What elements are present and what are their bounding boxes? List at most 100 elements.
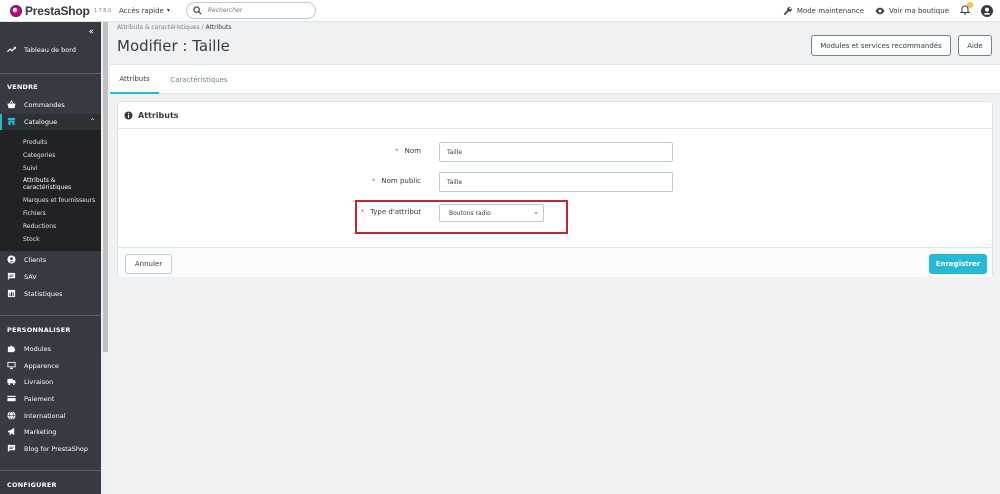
- submenu-item-discounts[interactable]: Reductions: [23, 223, 56, 230]
- submenu-item-products[interactable]: Produits: [23, 139, 47, 146]
- quick-access-label: Accès rapide: [119, 6, 164, 15]
- submenu-item-brands[interactable]: Marques et fournisseurs: [23, 197, 95, 204]
- sidebar-item-customers[interactable]: Clients: [0, 255, 101, 264]
- submenu-item-categories[interactable]: Categories: [23, 152, 55, 159]
- attributes-panel: Attributs *Nom *Nom public *Type d'attri…: [117, 101, 993, 277]
- panel-header: Attributs: [118, 102, 992, 129]
- maintenance-label: Mode maintenance: [796, 7, 865, 15]
- prestashop-logo-icon: [10, 4, 22, 17]
- logo-text: PrestaShop: [25, 3, 90, 18]
- sidebar-item-label: Statistiques: [24, 289, 63, 298]
- sidebar-item-label: Apparence: [24, 361, 59, 370]
- tab-features[interactable]: Caractéristiques: [163, 65, 235, 94]
- sidebar-divider: [0, 73, 101, 74]
- name-label: * Nom: [298, 147, 421, 155]
- top-header: PrestaShop 1.7.8.0 Accès rapide ▾ Mode m…: [0, 0, 1000, 22]
- tabs-bar: Attributs Caractéristiques: [110, 64, 1000, 94]
- submenu-item-stock[interactable]: Stock: [23, 236, 40, 243]
- search-icon: [193, 6, 202, 15]
- public-name-label: * Nom public: [298, 177, 421, 185]
- sidebar-item-label: International: [24, 411, 66, 420]
- sidebar-item-label: Commandes: [24, 100, 65, 109]
- sidebar-item-label: Clients: [24, 255, 47, 264]
- bar-chart-icon: [7, 289, 16, 298]
- sidebar-item-label: Tableau de bord: [24, 45, 76, 54]
- page-title: Modifier : Taille: [117, 37, 230, 55]
- megaphone-icon: [7, 427, 15, 436]
- sidebar-scrollbar[interactable]: [101, 22, 110, 494]
- sidebar-nav: « Tableau de bord VENDRE Commandes Catal…: [0, 22, 101, 494]
- sidebar-section-sell: VENDRE: [7, 83, 38, 91]
- shopping-basket-icon: [7, 100, 16, 109]
- chat-icon: [7, 272, 16, 281]
- sidebar-item-shipping[interactable]: Livraison: [0, 377, 101, 386]
- panel-title: Attributs: [138, 110, 179, 120]
- info-icon: [124, 110, 133, 120]
- sidebar-item-orders[interactable]: Commandes: [0, 100, 101, 109]
- notifications-button[interactable]: 1: [959, 2, 973, 17]
- sidebar-item-dashboard[interactable]: Tableau de bord: [0, 45, 101, 54]
- name-label-text: Nom: [404, 147, 421, 155]
- tab-attributes[interactable]: Attributs: [110, 65, 159, 94]
- sidebar-item-label: Blog for PrestaShop: [24, 444, 89, 453]
- collapse-sidebar-icon[interactable]: «: [88, 27, 94, 37]
- search-box[interactable]: [185, 2, 316, 19]
- desktop-icon: [7, 361, 16, 370]
- public-name-field[interactable]: [439, 172, 673, 192]
- public-name-label-text: Nom public: [381, 177, 421, 185]
- sidebar-item-label: SAV: [24, 272, 37, 281]
- store-icon: [7, 117, 16, 126]
- breadcrumb-parent-link[interactable]: Attributs & caractéristiques: [117, 24, 200, 31]
- trending-up-icon: [7, 46, 16, 53]
- sidebar-item-blog[interactable]: Blog for PrestaShop: [0, 444, 101, 453]
- panel-footer: Annuler Enregistrer: [118, 247, 992, 277]
- sidebar-item-label: Livraison: [24, 377, 54, 386]
- view-shop-label: Voir ma boutique: [889, 7, 949, 15]
- breadcrumb-current: Attributs: [205, 24, 232, 31]
- required-asterisk: *: [371, 177, 376, 185]
- sidebar-item-appearance[interactable]: Apparence: [0, 361, 101, 370]
- name-field[interactable]: [439, 142, 673, 162]
- wrench-icon: [783, 6, 792, 15]
- eye-icon: [875, 7, 885, 15]
- sidebar-item-catalog[interactable]: Catalogue ^: [0, 117, 101, 126]
- sidebar-section-customize: PERSONNALISER: [7, 326, 71, 334]
- sidebar-item-sav[interactable]: SAV: [0, 272, 101, 281]
- sidebar-item-modules[interactable]: Modules: [0, 344, 101, 353]
- globe-icon: [7, 411, 16, 420]
- user-avatar-icon[interactable]: [981, 5, 993, 17]
- annotation-highlight-box: [355, 200, 568, 234]
- submenu-item-tracking[interactable]: Suivi: [23, 165, 38, 172]
- account-circle-icon: [7, 255, 16, 264]
- view-shop-link[interactable]: Voir ma boutique: [875, 6, 949, 16]
- sidebar-item-international[interactable]: International: [0, 411, 101, 420]
- sidebar-divider: [0, 470, 101, 471]
- submenu-item-attributes[interactable]: Attributs & caractéristiques: [23, 177, 95, 191]
- maintenance-link[interactable]: Mode maintenance: [783, 6, 864, 16]
- help-button[interactable]: Aide: [958, 35, 992, 56]
- submenu-item-files[interactable]: Fichiers: [23, 210, 46, 217]
- prestashop-logo[interactable]: PrestaShop 1.7.8.0: [10, 4, 112, 18]
- chevron-up-icon: ^: [89, 118, 95, 125]
- sidebar-item-marketing[interactable]: Marketing: [0, 427, 101, 436]
- required-asterisk: *: [395, 147, 399, 155]
- sidebar-divider: [0, 315, 101, 316]
- recommended-modules-button[interactable]: Modules et services recommandés: [811, 35, 951, 56]
- chat-icon: [7, 444, 16, 453]
- cancel-button[interactable]: Annuler: [125, 254, 172, 274]
- puzzle-icon: [7, 345, 16, 353]
- sidebar-item-label: Marketing: [24, 427, 57, 436]
- sidebar-item-stats[interactable]: Statistiques: [0, 289, 101, 298]
- truck-icon: [7, 378, 16, 386]
- credit-card-icon: [7, 395, 16, 402]
- search-input[interactable]: [207, 7, 308, 14]
- quick-access-menu[interactable]: Accès rapide ▾: [119, 7, 170, 15]
- caret-down-icon: ▾: [166, 7, 170, 14]
- scrollbar-thumb[interactable]: [103, 22, 108, 352]
- sidebar-item-label: Modules: [24, 344, 52, 353]
- breadcrumb: Attributs & caractéristiques / Attributs: [117, 24, 231, 31]
- save-button[interactable]: Enregistrer: [929, 254, 987, 274]
- sidebar-item-label: Catalogue: [24, 117, 58, 126]
- sidebar-item-payment[interactable]: Paiement: [0, 394, 101, 403]
- notification-badge: 1: [967, 2, 973, 8]
